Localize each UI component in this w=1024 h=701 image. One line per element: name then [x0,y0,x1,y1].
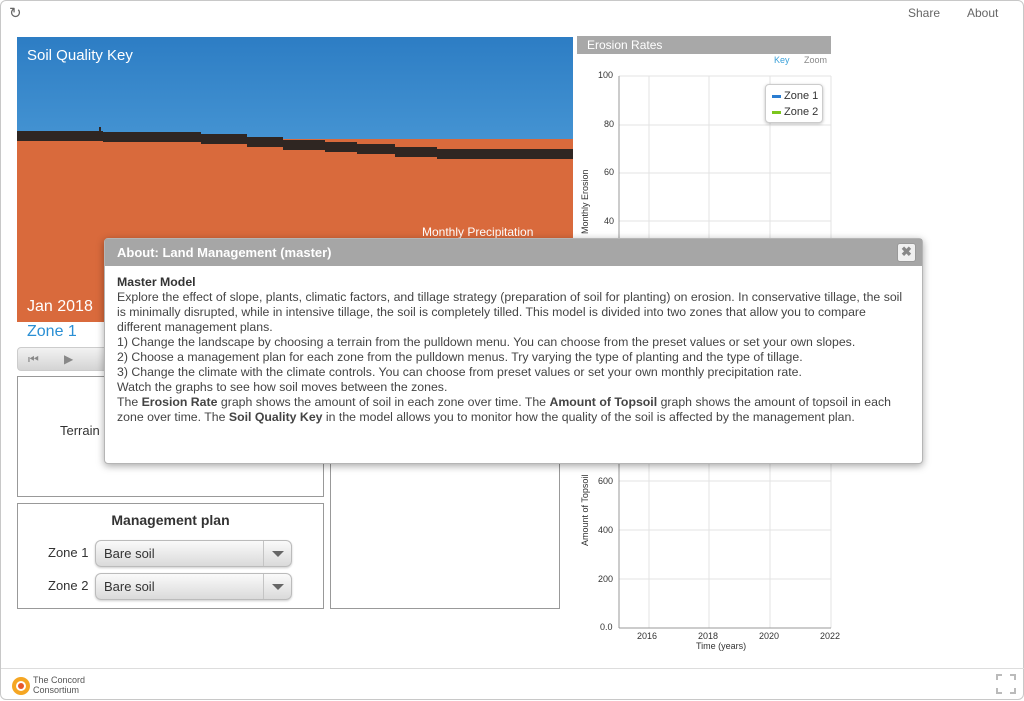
dialog-step-3: 3) Change the climate with the climate c… [117,365,802,379]
topsoil-xtick: 2018 [698,631,719,641]
dialog-body: Master Model Explore the effect of slope… [117,275,907,425]
zone-2-plan-label: Zone 2 [48,578,89,593]
zone-1-label: Zone 1 [27,323,77,340]
concord-logo-icon[interactable] [10,675,32,697]
topsoil-ylabel: Amount of Topsoil [580,474,590,546]
fullscreen-icon[interactable] [995,673,1017,695]
dialog-intro: Explore the effect of slope, plants, cli… [117,290,903,334]
erosion-graph-title: Erosion Rates [577,36,831,54]
topsoil-ytick: 0.0 [600,622,613,632]
playback-controls: ⏮ ▶ [17,347,117,371]
zone-1-plan-label: Zone 1 [48,545,89,560]
legend-label: Zone 2 [784,106,819,118]
rewind-icon[interactable]: ⏮ [28,352,39,367]
soil-quality-key-title: Soil Quality Key [27,47,133,64]
dialog-summary-text: graph shows the amount of soil in each z… [217,395,550,409]
climate-panel [330,441,560,609]
topsoil-xlabel: Time (years) [696,641,747,651]
dialog-summary-bold: Soil Quality Key [228,410,323,424]
chevron-down-icon [263,541,291,566]
dialog-step-2: 2) Choose a management plan for each zon… [117,350,803,364]
dialog-summary-bold: Erosion Rate [141,395,218,409]
legend-swatch [772,94,781,98]
topsoil-segment [357,144,395,154]
erosion-ytick: 40 [604,216,615,226]
dialog-step-1: 1) Change the landscape by choosing a te… [117,335,856,349]
top-bar: ↻ Share About [1,1,1024,25]
topsoil-segment [437,149,573,159]
zone-2-plan-value: Bare soil [104,579,155,594]
play-icon[interactable]: ▶ [64,352,73,366]
logo-line-1: The Concord [33,675,86,685]
erosion-ytick: 80 [604,119,615,129]
footer: The Concord Consortium [1,668,1024,701]
topsoil-xtick: 2016 [637,631,658,641]
precipitation-label: Monthly Precipitation [422,225,534,239]
terrain-label: Terrain [60,423,100,438]
dialog-summary: The Erosion Rate graph shows the amount … [117,395,907,425]
management-title: Management plan [111,512,230,528]
logo-line-2: Consortium [33,685,80,695]
topsoil-segment [201,134,247,144]
topsoil-segment [395,147,437,157]
erosion-ytick: 100 [598,70,614,80]
dialog-summary-text: The [117,395,142,409]
dialog-watch: Watch the graphs to see how soil moves b… [117,380,448,394]
zone-1-plan-select[interactable]: Bare soil [95,540,292,567]
topsoil-xtick: 2020 [759,631,780,641]
topsoil-segment [325,142,357,152]
reload-icon[interactable]: ↻ [9,4,22,22]
topsoil-segment [247,137,283,147]
soil-layer [17,141,103,147]
management-panel: Management plan Zone 1 Bare soil Zone 2 … [17,503,324,609]
zone-1-plan-value: Bare soil [104,546,155,561]
topsoil-ytick: 600 [598,476,614,486]
topsoil-segment [17,131,103,141]
dialog-summary-text: in the model allows you to monitor how t… [322,410,855,424]
concord-logo-text: The Concord Consortium [33,675,85,695]
graph-legend: Zone 1 Zone 2 [765,84,823,123]
topsoil-segment [101,132,201,142]
topsoil-segment [283,140,325,150]
dialog-summary-bold: Amount of Topsoil [549,395,658,409]
legend-swatch [772,110,781,114]
about-link[interactable]: About [967,6,998,20]
topsoil-xtick: 2022 [820,631,841,641]
model-name: Master Model [117,275,196,289]
legend-zone-2: Zone 2 [772,106,818,118]
erosion-ytick: 60 [604,167,615,177]
legend-zone-1: Zone 1 [772,90,818,102]
dialog-title: About: Land Management (master) [117,245,332,260]
chevron-down-icon [263,574,291,599]
share-link[interactable]: Share [908,6,940,20]
dialog-header: About: Land Management (master) ✖ [105,239,922,266]
about-dialog: About: Land Management (master) ✖ Master… [104,238,923,464]
app-frame: ↻ Share About Soil Quality Key Monthly P… [0,0,1024,700]
zone-2-plan-select[interactable]: Bare soil [95,573,292,600]
topsoil-ytick: 400 [598,525,614,535]
legend-label: Zone 1 [784,90,819,102]
erosion-ylabel: Monthly Erosion [580,169,590,234]
model-date: Jan 2018 [27,298,93,315]
close-icon[interactable]: ✖ [897,243,916,262]
topsoil-ytick: 200 [598,574,614,584]
